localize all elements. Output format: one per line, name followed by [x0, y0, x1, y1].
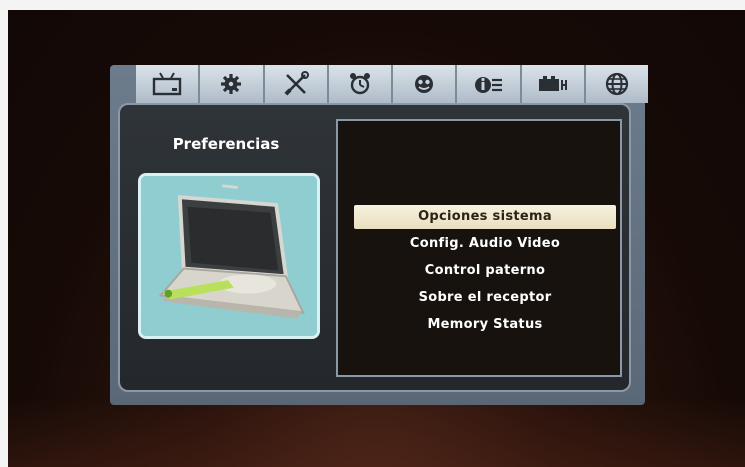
settings-window: Preferencias Opciones sistema Config. Au…: [110, 65, 648, 405]
tools-icon: [284, 71, 309, 96]
tab-network[interactable]: [585, 65, 648, 103]
menu-list: Opciones sistema Config. Audio Video Con…: [336, 119, 622, 377]
globe-icon: [605, 72, 628, 96]
menu-item-control-paterno[interactable]: Control paterno: [354, 259, 616, 283]
alarm-clock-icon: [349, 73, 370, 95]
tab-timer[interactable]: [328, 65, 393, 103]
face-icon: [415, 75, 434, 93]
tab-tv[interactable]: [136, 65, 201, 103]
menu-item-sobre-el-receptor[interactable]: Sobre el receptor: [354, 286, 616, 310]
tab-user[interactable]: [393, 65, 458, 103]
menu-item-memory-status[interactable]: Memory Status: [354, 313, 616, 337]
menu-item-opciones-sistema[interactable]: Opciones sistema: [354, 205, 616, 229]
tab-usb[interactable]: [521, 65, 586, 103]
tab-settings[interactable]: [200, 65, 265, 103]
page-title: Preferencias: [172, 135, 280, 153]
tv-icon: [152, 72, 182, 96]
usb-device-icon: [538, 76, 567, 91]
preferences-image: [138, 173, 320, 339]
tv-screen: Preferencias Opciones sistema Config. Au…: [8, 10, 745, 467]
tab-info[interactable]: [457, 65, 522, 103]
tab-tools[interactable]: [264, 65, 329, 103]
menu-tab-bar: [136, 65, 648, 103]
menu-item-config-audio-video[interactable]: Config. Audio Video: [354, 232, 616, 256]
gear-icon: [221, 74, 242, 94]
laptop-icon: [141, 176, 317, 336]
info-icon: [475, 77, 503, 93]
